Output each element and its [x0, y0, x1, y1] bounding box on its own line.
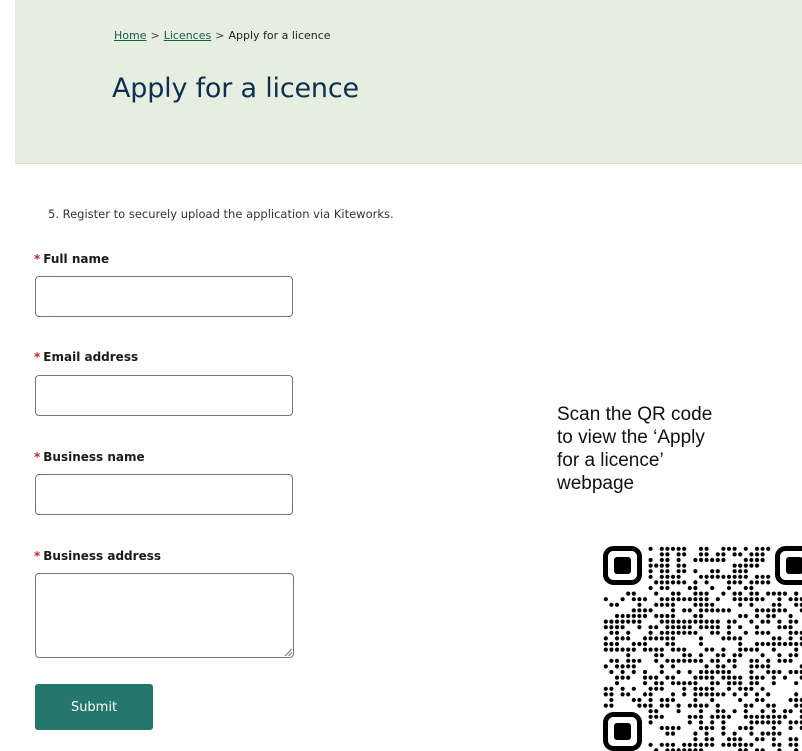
- breadcrumb-licences-link[interactable]: Licences: [164, 29, 212, 42]
- business-name-input[interactable]: [35, 474, 293, 515]
- qr-caption-line: Scan the QR code: [557, 404, 713, 425]
- full-name-label-text: Full name: [43, 252, 110, 266]
- qr-caption-line: for a licence’: [557, 450, 664, 471]
- required-marker: *: [34, 450, 41, 464]
- qr-code-icon: [603, 546, 802, 751]
- breadcrumb-current: Apply for a licence: [228, 29, 331, 42]
- business-name-label-text: Business name: [43, 450, 145, 464]
- required-marker: *: [34, 549, 41, 563]
- submit-button[interactable]: Submit: [35, 684, 153, 730]
- required-marker: *: [34, 252, 41, 266]
- breadcrumb-separator: >: [150, 29, 160, 42]
- breadcrumb: Home > Licences > Apply for a licence: [114, 29, 331, 42]
- required-marker: *: [34, 350, 41, 364]
- email-address-label-text: Email address: [43, 350, 139, 364]
- qr-caption-line: to view the ‘Apply: [557, 427, 705, 448]
- page-header: Home > Licences > Apply for a licence Apply …: [15, 0, 802, 164]
- full-name-input[interactable]: [35, 276, 293, 317]
- step-instruction: 5. Register to securely upload the appli…: [48, 207, 394, 221]
- qr-caption-line: webpage: [557, 473, 635, 494]
- email-address-input[interactable]: [35, 375, 293, 416]
- breadcrumb-home-link[interactable]: Home: [114, 29, 146, 42]
- email-address-label: * Email address: [34, 350, 138, 364]
- business-address-label-text: Business address: [43, 549, 161, 563]
- business-address-textarea[interactable]: [35, 573, 294, 658]
- business-address-label: * Business address: [34, 549, 161, 563]
- qr-code-graphic: [603, 546, 802, 751]
- page-title: Apply for a licence: [112, 73, 359, 104]
- full-name-label: * Full name: [34, 252, 109, 266]
- qr-caption: Scan the QR code to view the ‘Apply for …: [557, 403, 787, 495]
- resize-handle-icon[interactable]: [284, 648, 292, 656]
- business-name-label: * Business name: [34, 450, 145, 464]
- breadcrumb-separator: >: [215, 29, 225, 42]
